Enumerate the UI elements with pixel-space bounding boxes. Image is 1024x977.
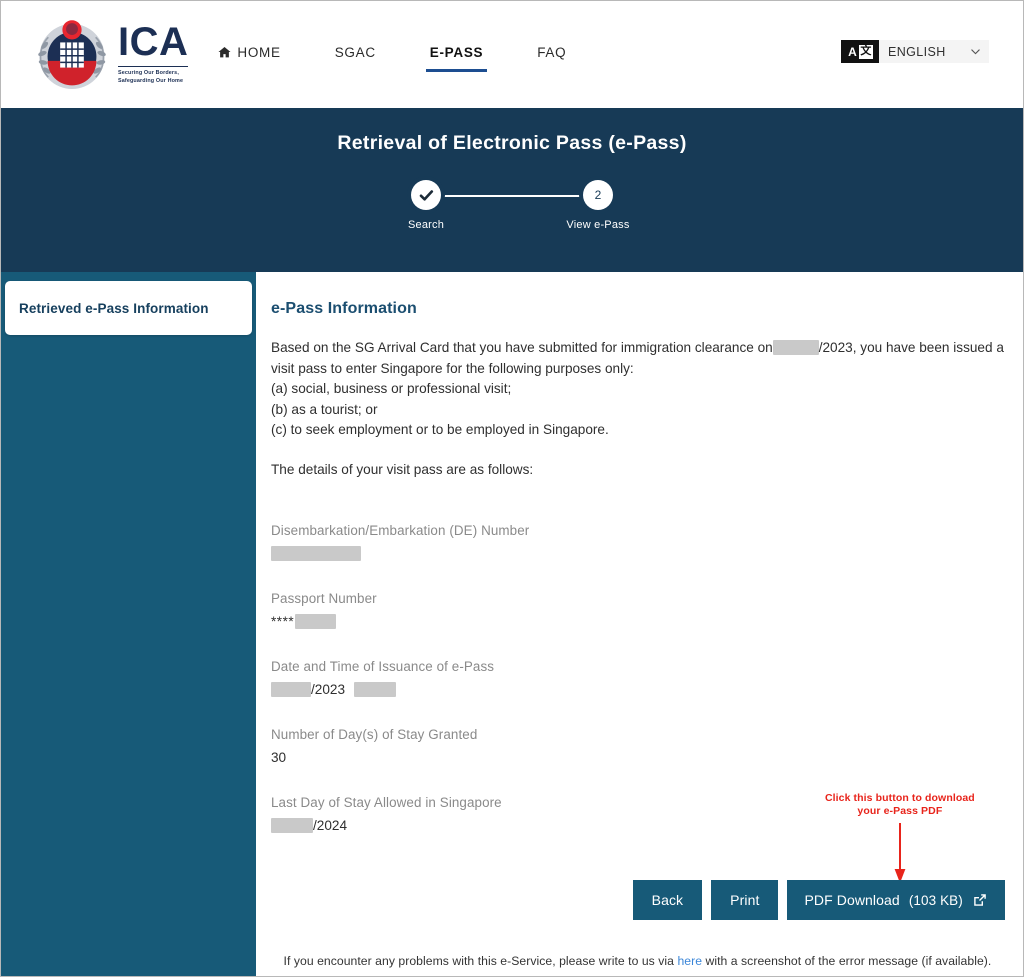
field-passport-number-value: **** — [271, 613, 1004, 630]
page-banner: Retrieval of Electronic Pass (e-Pass) Se… — [1, 108, 1023, 272]
page-title: Retrieval of Electronic Pass (e-Pass) — [337, 132, 687, 154]
language-selector[interactable]: A 文 ENGLISH — [841, 40, 989, 63]
intro-line-3: (a) social, business or professional vis… — [271, 381, 512, 396]
ica-tagline-line2: Safeguarding Our Home — [118, 77, 184, 84]
field-passport-number: Passport Number **** — [271, 591, 1004, 630]
logo-divider — [118, 65, 189, 68]
redaction-de-number — [271, 545, 361, 561]
field-days-granted: Number of Day(s) of Stay Granted 30 — [271, 727, 1004, 766]
intro-line-1-after: /2023, you have been issued a — [818, 340, 1004, 355]
passport-mask: **** — [271, 613, 295, 629]
redaction-passport-number — [295, 613, 337, 629]
last-day-year: /2024 — [313, 817, 348, 833]
sidebar-item-retrieved-epass-information[interactable]: Retrieved e-Pass Information — [5, 281, 252, 335]
step-view-epass-marker: 2 — [583, 180, 613, 210]
translate-icon-latin: A — [848, 44, 857, 59]
field-issuance-datetime: Date and Time of Issuance of e-Pass /202… — [271, 659, 1004, 698]
progress-stepper: Search 2 View e-Pass — [387, 177, 637, 235]
field-last-day-of-stay-value: /2024 — [271, 817, 1004, 834]
nav-item-epass[interactable]: E-PASS — [425, 35, 488, 74]
step-view-epass-number: 2 — [594, 188, 602, 202]
browser-page: ICA Securing Our Borders, Safeguarding O… — [0, 0, 1024, 977]
check-icon — [419, 189, 433, 201]
sidebar-item-label: Retrieved e-Pass Information — [19, 300, 209, 316]
step-search-marker — [411, 180, 441, 210]
translate-icon: A 文 — [841, 40, 879, 63]
intro-line-2: visit pass to enter Singapore for the fo… — [271, 360, 634, 376]
ica-crest-icon — [38, 19, 106, 89]
main-nav: HOME SGAC E-PASS FAQ — [218, 35, 566, 74]
redaction-last-day — [271, 817, 313, 833]
pdf-download-button[interactable]: PDF Download (103 KB) — [787, 880, 1005, 920]
field-last-day-of-stay: Last Day of Stay Allowed in Singapore /2… — [271, 795, 1004, 834]
nav-item-sgac-label: SGAC — [334, 45, 376, 60]
translate-icon-cjk: 文 — [858, 44, 873, 59]
footer-note-before: If you encounter any problems with this … — [283, 954, 674, 968]
back-button[interactable]: Back — [632, 880, 703, 920]
site-header: ICA Securing Our Borders, Safeguarding O… — [1, 1, 1023, 108]
step-view-epass-label: View e-Pass — [566, 219, 630, 231]
chevron-down-icon — [971, 49, 980, 55]
footer-help-note: If you encounter any problems with this … — [271, 954, 1023, 968]
field-days-granted-label: Number of Day(s) of Stay Granted — [271, 726, 478, 742]
step-view-epass[interactable]: 2 View e-Pass — [559, 177, 637, 231]
intro-line-4: (b) as a tourist; or — [271, 401, 378, 417]
nav-item-faq[interactable]: FAQ — [537, 35, 566, 74]
home-icon — [218, 47, 231, 58]
main-content: e-Pass Information Based on the SG Arriv… — [256, 272, 1023, 976]
nav-item-home-label: HOME — [237, 45, 281, 60]
ica-acronym: ICA — [118, 20, 189, 65]
ica-wordmark: ICA Securing Our Borders, Safeguarding O… — [118, 20, 189, 85]
epass-field-list: Disembarkation/Embarkation (DE) Number P… — [271, 523, 1004, 834]
nav-item-sgac[interactable]: SGAC — [335, 35, 376, 74]
nav-item-home[interactable]: HOME — [218, 35, 280, 74]
action-button-row: Back Print PDF Download (103 KB) — [632, 880, 1005, 920]
pdf-download-size: (103 KB) — [908, 892, 963, 908]
footer-help-link[interactable]: here — [677, 954, 702, 968]
sidebar: Retrieved e-Pass Information — [1, 272, 256, 976]
redaction-issuance-time — [354, 681, 397, 697]
section-title: e-Pass Information — [271, 300, 417, 317]
field-days-granted-value: 30 — [271, 749, 287, 765]
nav-item-epass-label: E-PASS — [429, 45, 484, 60]
ica-tagline-line1: Securing Our Borders, — [118, 70, 179, 77]
intro-paragraph: Based on the SG Arrival Card that you ha… — [271, 338, 1004, 441]
field-last-day-of-stay-label: Last Day of Stay Allowed in Singapore — [271, 794, 502, 810]
intro-line-1: Based on the SG Arrival Card that you ha… — [271, 338, 1004, 359]
field-de-number-value — [271, 545, 1004, 562]
field-de-number: Disembarkation/Embarkation (DE) Number — [271, 523, 1004, 562]
field-issuance-datetime-label: Date and Time of Issuance of e-Pass — [271, 658, 495, 674]
print-button[interactable]: Print — [711, 880, 779, 920]
intro-line-1-before: Based on the SG Arrival Card that you ha… — [271, 340, 773, 355]
redaction-issue-date — [772, 339, 819, 355]
field-passport-number-label: Passport Number — [271, 590, 377, 606]
step-search-label: Search — [407, 219, 445, 231]
ica-logo[interactable]: ICA Securing Our Borders, Safeguarding O… — [35, 18, 189, 92]
details-lead: The details of your visit pass are as fo… — [271, 461, 534, 477]
intro-line-5: (c) to seek employment or to be employed… — [271, 422, 609, 437]
nav-item-faq-label: FAQ — [537, 45, 567, 60]
footer-note-after: with a screenshot of the error message (… — [705, 954, 992, 968]
page-body: Retrieved e-Pass Information e-Pass Info… — [1, 272, 1023, 976]
field-issuance-datetime-value: /2023 — [271, 681, 1004, 698]
issuance-year: /2023 — [311, 681, 346, 697]
redaction-issuance-date — [271, 681, 311, 697]
external-link-icon — [974, 894, 986, 906]
field-de-number-label: Disembarkation/Embarkation (DE) Number — [271, 522, 530, 538]
step-search[interactable]: Search — [387, 177, 465, 231]
pdf-download-label: PDF Download — [804, 892, 900, 908]
language-selected-label: ENGLISH — [888, 44, 946, 59]
